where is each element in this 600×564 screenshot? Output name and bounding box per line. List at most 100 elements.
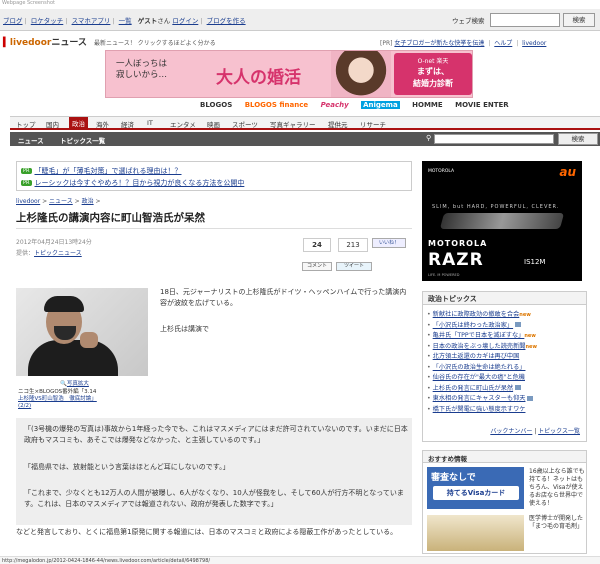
article-paragraph-1: 18日、元ジャーナリストの上杉隆氏がドイツ・ヘッペンハイムで行った講演内容が波紋… xyxy=(160,288,407,307)
bullet-icon: • xyxy=(427,384,431,392)
article-source-link[interactable]: トピックニュース xyxy=(34,250,82,257)
partner-movie-enter[interactable]: MOVIE ENTER xyxy=(455,101,509,109)
web-search-input[interactable] xyxy=(490,13,560,27)
comment-button[interactable]: コメント xyxy=(302,262,332,271)
nav-providers[interactable]: 提供元 xyxy=(328,119,348,129)
logo-mark-icon: ▍ xyxy=(3,38,10,48)
topic-link[interactable]: 仙谷氏の存在が"最大の癌"と危機 xyxy=(433,374,525,381)
facebook-like-button[interactable]: いいね！ xyxy=(372,238,406,248)
pr-row-2[interactable]: PR レーシックは今すぐやめろ！？目から視力が良くなる方法を公開中 xyxy=(21,178,244,188)
topic-link[interactable]: 日本の政治をぶっ壊した読売新聞 xyxy=(433,343,526,350)
topic-link[interactable]: 亀井氏「TPPで日本を滅ぼすな」 xyxy=(433,332,525,339)
article-paragraph-2: 上杉氏は講演で xyxy=(160,325,209,333)
article-date: 2012年04月24日13時24分 xyxy=(16,239,92,246)
help-link[interactable]: ヘルプ xyxy=(494,40,512,47)
partner-homme[interactable]: HOMME xyxy=(412,101,443,109)
topic-item[interactable]: • 上杉氏の発言に町山氏が呆然 xyxy=(427,384,537,395)
topics-title: 政治トピックス xyxy=(423,292,586,305)
topic-item[interactable]: • 日本の政治をぶっ壊した読売新聞new xyxy=(427,342,537,353)
banner-headline: 大人の婚活 xyxy=(216,68,301,88)
web-search-label: ウェブ検索 xyxy=(452,17,485,25)
user-suffix: さん xyxy=(157,17,171,25)
nav-research[interactable]: リサーチ xyxy=(360,119,386,129)
breadcrumb-news[interactable]: ニュース xyxy=(49,198,73,205)
eyelash-ad-image[interactable] xyxy=(427,515,524,551)
topics-list-link[interactable]: トピックス一覧 xyxy=(538,428,580,435)
topic-link[interactable]: 上杉氏の発言に町山氏が呆然 xyxy=(433,385,513,392)
top-link-blog[interactable]: ブログ xyxy=(3,17,23,25)
quote-1: 「(3号機の爆発の写真は)事故から1年経った今でも、これはマスメディアにはまだ許… xyxy=(24,425,408,444)
topic-link[interactable]: 橋下氏が関電に強い態度示すワケ xyxy=(433,406,526,413)
nav-sports[interactable]: スポーツ xyxy=(232,119,258,129)
partner-peachy[interactable]: Peachy xyxy=(321,101,349,109)
topic-item[interactable]: • 新献社に政際政効の撤敢を合会new xyxy=(427,310,537,321)
topic-link[interactable]: 新献社に政際政効の撤敢を合会 xyxy=(433,311,520,318)
banner-cta-box[interactable]: O-net 楽天 まずは、 結婚力診断 xyxy=(394,53,472,95)
site-logo[interactable]: ▍livedoorニュース xyxy=(3,35,87,48)
sub-nav: ニュース トピックス一覧 ⚲ 検索 xyxy=(10,132,600,146)
livedoor-link[interactable]: livedoor xyxy=(522,40,546,47)
topic-item[interactable]: • 「小沢氏は終わった政治家」 xyxy=(427,321,537,332)
nav-photo-gallery[interactable]: 写真ギャラリー xyxy=(270,119,316,129)
topic-item[interactable]: • 東水相の発言にキャスターも仰天 xyxy=(427,394,537,405)
header-pr-link[interactable]: 女子ブロガーが新たな快挙を伝達 xyxy=(394,40,484,47)
bullet-icon: • xyxy=(427,363,431,371)
nav-politics[interactable]: 政治 xyxy=(69,117,88,129)
banner-left-text: 一人ぼっちは 寂しいから… xyxy=(116,59,168,80)
recommend-title: おすすめ情報 xyxy=(423,451,586,463)
partner-anigema[interactable]: Anigema xyxy=(361,101,400,109)
politics-topics-box: 政治トピックス • 新献社に政際政効の撤敢を合会new • 「小沢氏は終わった政治家」… xyxy=(422,291,587,442)
motorola-razr-ad[interactable]: MOTOROLA au SLIM, but HARD, POWERFUL, CL… xyxy=(422,161,582,281)
topic-item[interactable]: • 「小沢氏の政治生命は絶たれる」 xyxy=(427,363,537,374)
eyelash-ad-text[interactable]: 医学博士が開発した「まつ毛の育毛剤」 xyxy=(529,515,585,531)
topic-link[interactable]: 北方領土返還のカギは再び中国 xyxy=(433,353,520,360)
tweet-button[interactable]: ツイート xyxy=(336,262,372,271)
bullet-icon: • xyxy=(427,395,431,402)
topic-item[interactable]: • 北方領土返還のカギは再び中国 xyxy=(427,352,537,363)
breadcrumb-livedoor[interactable]: livedoor xyxy=(16,198,40,205)
top-link-smartphone-app[interactable]: スマホアプリ xyxy=(72,17,111,25)
article-source: 提供：トピックニュース xyxy=(16,250,82,257)
konkatsu-banner-ad[interactable]: 一人ぼっちは 寂しいから… 大人の婚活 O-net 楽天 まずは、 結婚力診断 xyxy=(105,50,473,98)
photo-caption-link[interactable]: 上杉隆VS町山智浩 徹底討論」 xyxy=(18,396,97,402)
topic-link[interactable]: 東水相の発言にキャスターも仰天 xyxy=(433,395,526,402)
pr-row-1[interactable]: PR 「睫毛」が「薄毛対策」で選ばれる理由は！？ xyxy=(21,166,182,176)
main-nav: トップ 国内 政治 海外 経済 IT エンタメ 映画 スポーツ 写真ギャラリー … xyxy=(10,116,600,130)
article-photo[interactable] xyxy=(16,288,148,376)
nav-it[interactable]: IT xyxy=(147,119,153,127)
partner-blogos-finance[interactable]: BLOGOS finance xyxy=(245,101,308,109)
photo-zoom-link[interactable]: 🔍写真拡大 xyxy=(60,379,89,387)
breadcrumb-politics[interactable]: 政治 xyxy=(82,198,94,205)
photo-caption: ニコ生×BLOGOS番外編「3.14 上杉隆VS町山智浩 徹底討論」 (2/2) xyxy=(18,389,97,409)
partner-links: BLOGOS BLOGOS finance Peachy Anigema HOM… xyxy=(200,101,519,109)
topic-link[interactable]: 「小沢氏は終わった政治家」 xyxy=(433,322,513,329)
search-icon: ⚲ xyxy=(426,134,432,142)
nav-movies[interactable]: 映画 xyxy=(207,119,220,129)
topic-link[interactable]: 「小沢氏の政治生命は絶たれる」 xyxy=(433,364,526,371)
article-title: 上杉隆氏の講演内容に町山智浩氏が呆然 xyxy=(16,212,205,224)
subnav-news[interactable]: ニュース xyxy=(18,135,44,145)
topic-item[interactable]: • 橋下氏が関電に強い態度示すワケ xyxy=(427,405,537,416)
news-search-button[interactable]: 検索 xyxy=(558,133,598,145)
nav-top[interactable]: トップ xyxy=(16,119,36,129)
backnumber-link[interactable]: バックナンバー xyxy=(490,428,532,435)
magnifier-icon: 🔍 xyxy=(60,381,67,387)
top-link-list[interactable]: 一覧 xyxy=(119,17,132,25)
visa-card-ad[interactable]: 審査なしで 持てるVisaカード xyxy=(427,467,524,509)
nav-overseas[interactable]: 海外 xyxy=(96,119,109,129)
nav-entertainment[interactable]: エンタメ xyxy=(170,119,196,129)
visa-card-text[interactable]: 16歳以上なら誰でも持てる！ネットはもちろん、Visaが使えるお店なら世界中で使… xyxy=(529,468,585,508)
bullet-icon: • xyxy=(427,311,431,318)
nav-economy[interactable]: 経済 xyxy=(121,119,134,129)
web-search-button[interactable]: 検索 xyxy=(563,13,595,27)
create-blog-link[interactable]: ブログを作る xyxy=(207,17,246,25)
partner-blogos[interactable]: BLOGOS xyxy=(200,101,232,109)
news-search-input[interactable] xyxy=(434,134,554,144)
nav-domestic[interactable]: 国内 xyxy=(46,119,59,129)
new-badge: new xyxy=(525,343,538,350)
login-link[interactable]: ログイン xyxy=(172,17,198,25)
topic-item[interactable]: • 仙谷氏の存在が"最大の癌"と危機 xyxy=(427,373,537,384)
subnav-topics-list[interactable]: トピックス一覧 xyxy=(60,135,105,145)
topic-item[interactable]: • 亀井氏「TPPで日本を滅ぼすな」new xyxy=(427,331,537,342)
top-link-locatouch[interactable]: ロケタッチ xyxy=(31,17,64,25)
